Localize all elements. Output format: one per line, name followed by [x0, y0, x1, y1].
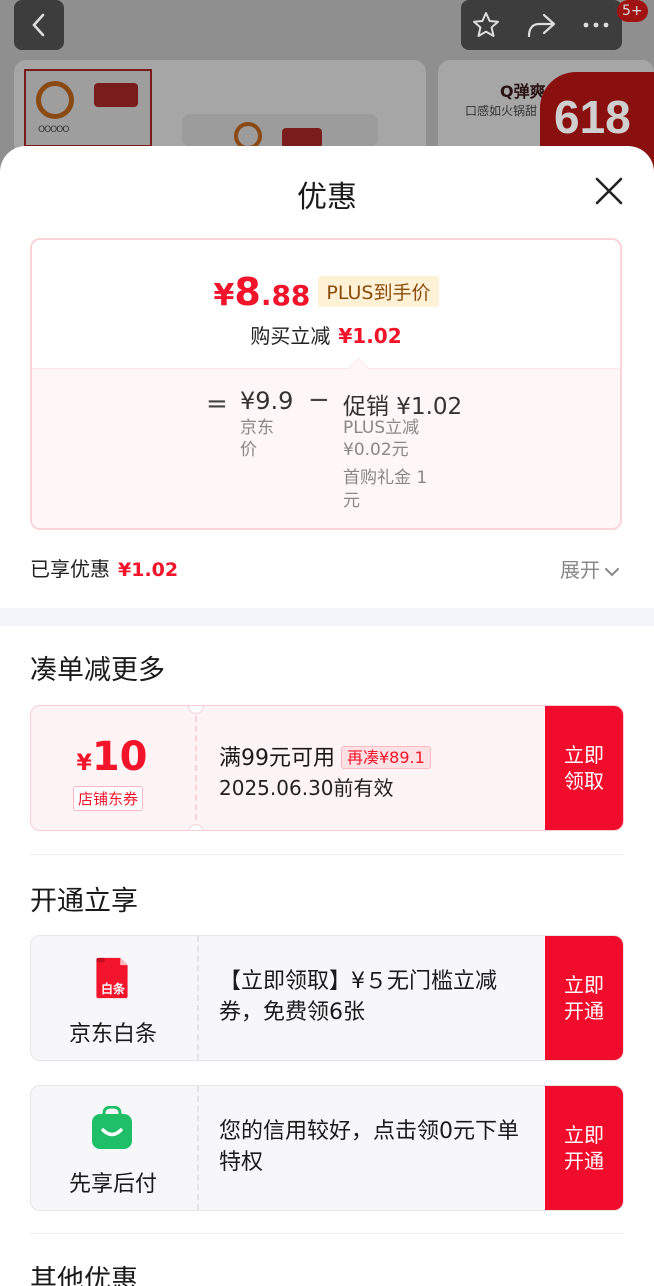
claim-coupon-button[interactable]: 立即领取 [545, 706, 623, 830]
price-breakdown: = ¥9.9 京东价 − 促销 ¥1.02 PLUS立减 ¥0.02元 首购礼金… [32, 368, 620, 528]
notification-badge: 5+ [617, 0, 648, 22]
jd-price: ¥9.9 [240, 387, 294, 415]
benefit-desc-pay-later: 您的信用较好，点击领0元下单特权 [219, 1119, 519, 1175]
plus-cut-detail: PLUS立减 ¥0.02元 [343, 418, 420, 460]
expand-button[interactable]: 展开 [560, 554, 620, 583]
final-price: ¥8.88 PLUS到手价 [32, 270, 620, 314]
store-coupon-card: ¥10 店铺东券 满99元可用 再凑¥89.1 2025.06.30前有效 立即领… [30, 705, 624, 831]
price-summary-card: ¥8.88 PLUS到手价 购买立减 ¥1.02 = ¥9.9 京东价 − 促销 ¥… [30, 238, 622, 530]
coupon-expiry: 2025.06.30前有效 [219, 776, 394, 800]
section-title-other: 其他优惠 [30, 1265, 138, 1286]
enjoyed-discount: 已享优惠 ¥1.02 [30, 557, 179, 581]
pay-later-card: 先享后付 您的信用较好，点击领0元下单特权 立即开通 [30, 1085, 624, 1211]
shopping-bag-icon [92, 1106, 132, 1149]
minus-sign: − [308, 385, 330, 415]
top-actions [461, 0, 622, 50]
discount-sheet: 优惠 ¥8.88 PLUS到手价 购买立减 ¥1.02 = ¥9.9 京东价 − 促… [0, 146, 654, 1286]
promo-subtitle: 口感如火锅甜 [465, 104, 538, 118]
baitiao-card: 白条 京东白条 【立即领取】¥５无门槛立减券，免费领6张 立即开通 [30, 935, 624, 1061]
first-buy-gift: 首购礼金 1元 [343, 468, 428, 511]
back-button[interactable] [14, 0, 64, 50]
chevron-down-icon [605, 567, 619, 576]
star-icon[interactable] [471, 10, 501, 40]
promo-title: Q弹爽 [500, 82, 546, 101]
benefit-name-pay-later: 先享后付 [68, 1172, 157, 1197]
chevron-left-icon [32, 13, 45, 37]
coupon-topup-tag: 再凑¥89.1 [341, 746, 431, 769]
divider-line [30, 1233, 624, 1234]
benefit-desc-baitiao: 【立即领取】¥５无门槛立减券，免费领6张 [219, 969, 497, 1025]
section-title-more: 凑单减更多 [30, 655, 165, 686]
jd-price-label: 京东价 [240, 418, 274, 460]
benefit-name-baitiao: 京东白条 [68, 1022, 157, 1047]
coupon-amount: ¥10 [76, 734, 148, 780]
brand-logo: OOOOO [24, 69, 152, 147]
close-icon[interactable] [592, 174, 626, 208]
plus-price-tag: PLUS到手价 [318, 276, 439, 307]
coupon-condition: 满99元可用 再凑¥89.1 [219, 740, 431, 772]
equals-sign: = [206, 389, 228, 419]
product-logo [182, 114, 378, 150]
olympic-rings-icon: OOOOO [38, 125, 69, 135]
coupon-perforation [195, 706, 197, 830]
share-icon[interactable] [525, 10, 557, 40]
instant-cut: 购买立减 ¥1.02 [250, 324, 402, 348]
section-title-open: 开通立享 [30, 886, 138, 917]
promo-amount: 促销 ¥1.02 [343, 394, 463, 420]
more-icon[interactable] [579, 10, 613, 40]
open-pay-later-button[interactable]: 立即开通 [545, 1086, 623, 1210]
open-baitiao-button[interactable]: 立即开通 [545, 936, 623, 1060]
coupon-type-label: 店铺东券 [73, 786, 144, 811]
divider-line [30, 854, 624, 855]
section-divider [0, 608, 654, 626]
baitiao-icon-label: 白条 [100, 982, 125, 996]
sheet-title: 优惠 [297, 180, 357, 215]
